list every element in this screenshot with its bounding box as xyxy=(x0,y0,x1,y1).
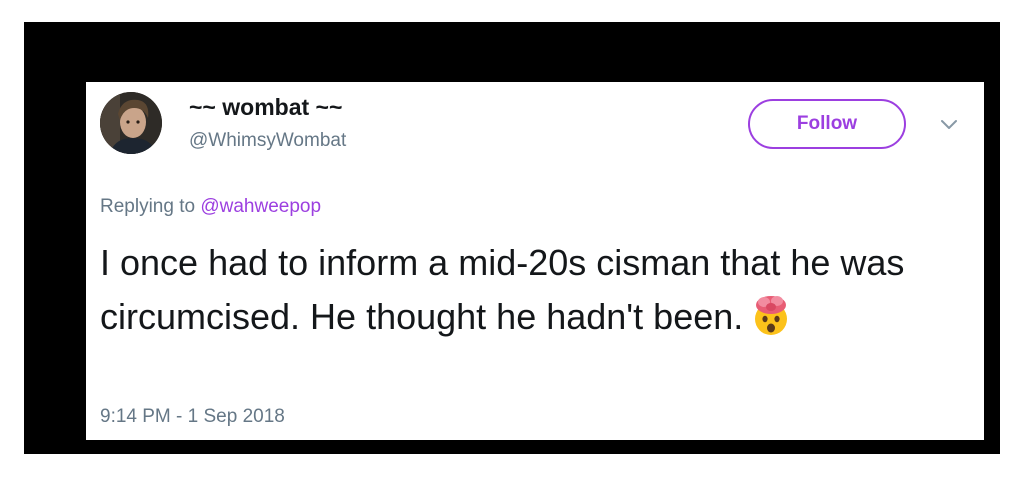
display-name[interactable]: ~~ wombat ~~ xyxy=(189,94,342,121)
reply-mention-link[interactable]: @wahweepop xyxy=(200,196,321,217)
user-handle[interactable]: @WhimsyWombat xyxy=(189,130,346,152)
replying-to: Replying to @wahweepop xyxy=(100,196,321,218)
follow-button[interactable]: Follow xyxy=(748,99,906,149)
avatar[interactable] xyxy=(100,92,162,154)
exploding-head-emoji-icon xyxy=(749,293,793,352)
tweet-timestamp[interactable]: 9:14 PM - 1 Sep 2018 xyxy=(100,406,285,428)
tweet-body: I once had to inform a mid-20s cisman th… xyxy=(100,236,960,352)
tweet-card: ~~ wombat ~~ @WhimsyWombat Follow Replyi… xyxy=(86,82,984,440)
replying-prefix: Replying to xyxy=(100,196,196,217)
black-frame: ~~ wombat ~~ @WhimsyWombat Follow Replyi… xyxy=(24,22,1000,454)
chevron-down-icon[interactable] xyxy=(940,118,958,132)
